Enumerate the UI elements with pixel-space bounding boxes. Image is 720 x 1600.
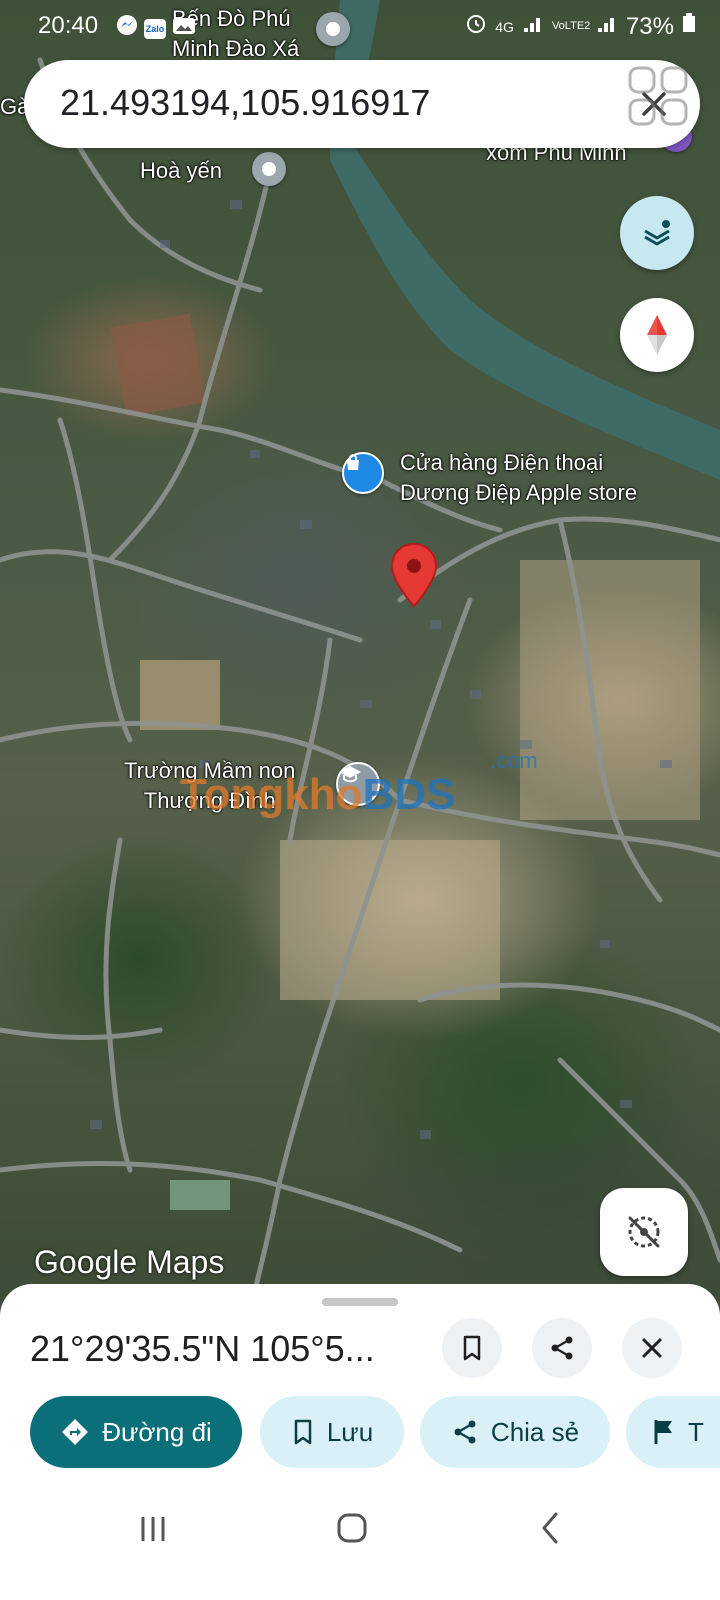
flag-icon [654, 1420, 672, 1444]
google-maps-logo: Google Maps [34, 1244, 225, 1280]
place-coordinates: 21°29'35.5"N 105°5... [30, 1328, 375, 1369]
recents-icon [141, 1517, 165, 1541]
search-bar[interactable]: 21.493194,105.916917 [24, 60, 700, 148]
layers-button[interactable] [620, 196, 694, 270]
bookmark-icon [463, 1335, 481, 1361]
watermark: TongkhoBDS .com [180, 748, 538, 820]
zalo-icon: Zalo [144, 18, 166, 39]
status-time: 20:40 [38, 12, 99, 39]
label-chip-button[interactable]: T [626, 1396, 720, 1468]
directions-icon [62, 1419, 89, 1445]
notification-icons: Zalo [116, 14, 196, 43]
action-chips: Đường đi Lưu Chia sẻ T [30, 1396, 720, 1468]
map-label-store[interactable]: Cửa hàng Điện thoại Dương Điệp Apple sto… [400, 448, 637, 508]
location-poi-icon[interactable] [252, 152, 286, 186]
battery-percent: 73% [625, 12, 674, 40]
home-icon [337, 1513, 367, 1543]
save-label: Lưu [326, 1416, 374, 1447]
map-view[interactable]: Bến Đò Phú Minh Đào Xá Gà Hoà yến xóm Ph… [0, 0, 720, 1310]
map-label-store-line2: Dương Điệp Apple store [400, 480, 638, 505]
map-label-hoa-yen[interactable]: Hoà yến [140, 156, 222, 186]
network-type: 4G [495, 18, 514, 35]
my-location-button[interactable] [600, 1188, 688, 1276]
compass-icon [647, 315, 667, 355]
back-button[interactable] [536, 1510, 566, 1551]
status-right: 4G VoLTE2 73% [465, 12, 696, 41]
home-button[interactable] [334, 1510, 370, 1551]
back-icon [542, 1512, 558, 1544]
map-label-store-line1: Cửa hàng Điện thoại [400, 450, 604, 475]
share-icon [454, 1420, 476, 1444]
label-chip-text: T [688, 1416, 704, 1447]
search-query[interactable]: 21.493194,105.916917 [60, 82, 430, 124]
system-nav-bar [0, 1484, 720, 1600]
recent-apps-button[interactable] [136, 1512, 170, 1551]
save-button[interactable]: Lưu [260, 1396, 404, 1468]
close-icon [642, 1338, 662, 1358]
status-bar: 20:40 Zalo 4G VoLTE2 73% [0, 0, 720, 52]
map-roads [0, 0, 720, 1310]
battery-icon [682, 12, 696, 41]
bookmark-button[interactable] [442, 1318, 502, 1378]
app-grid-icon [626, 64, 690, 133]
compass-button[interactable] [620, 298, 694, 372]
messenger-icon [116, 14, 138, 43]
directions-label: Đường đi [102, 1416, 212, 1447]
watermark-part-b: BDS [362, 770, 456, 819]
bookmark-icon [294, 1419, 312, 1445]
share-chip-button[interactable]: Chia sẻ [420, 1396, 610, 1468]
location-disabled-icon [628, 1216, 660, 1248]
signal-icon [596, 12, 618, 41]
network-sub: VoLTE2 [551, 20, 591, 32]
sheet-drag-handle[interactable] [322, 1298, 398, 1306]
directions-button[interactable]: Đường đi [30, 1396, 242, 1468]
gallery-icon [172, 15, 196, 43]
share-label: Chia sẻ [490, 1416, 580, 1447]
layers-icon [644, 220, 670, 246]
share-button[interactable] [532, 1318, 592, 1378]
alarm-icon [465, 12, 487, 41]
watermark-part-c: .com [490, 748, 538, 773]
watermark-part-a: Tongkho [180, 770, 363, 819]
shopping-bag-icon[interactable] [342, 452, 384, 494]
close-sheet-button[interactable] [622, 1318, 682, 1378]
signal-icon [522, 12, 544, 41]
share-icon [551, 1336, 573, 1360]
